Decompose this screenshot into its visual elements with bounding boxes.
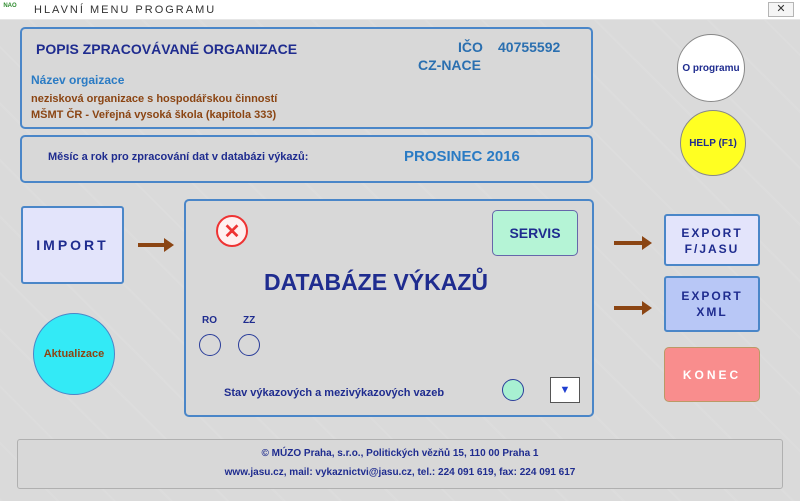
footer: © MÚZO Praha, s.r.o., Politických vězňů … <box>17 439 783 489</box>
ro-status-indicator <box>199 334 221 356</box>
ro-label: RO <box>202 315 217 326</box>
organization-heading[interactable]: POPIS ZPRACOVÁVANÉ ORGANIZACE <box>36 41 297 57</box>
organization-type: nezisková organizace s hospodářskou činn… <box>31 93 278 105</box>
app-icon: NAO <box>3 3 17 9</box>
organization-panel: POPIS ZPRACOVÁVANÉ ORGANIZACE IČO 407555… <box>20 27 593 129</box>
help-button[interactable]: HELP (F1) <box>680 110 746 176</box>
aktualizace-button[interactable]: Aktualizace <box>33 313 115 395</box>
period-panel: Měsíc a rok pro zpracování dat v databáz… <box>20 135 593 183</box>
period-label[interactable]: Měsíc a rok pro zpracování dat v databáz… <box>48 151 308 163</box>
footer-address: © MÚZO Praha, s.r.o., Politických vězňů … <box>261 448 539 459</box>
organization-ministry: MŠMT ČR - Veřejná vysoká škola (kapitola… <box>31 109 277 121</box>
database-panel: ✕ SERVIS DATABÁZE VÝKAZŮ RO ZZ Stav výka… <box>184 199 594 417</box>
window-close-button[interactable]: ✕ <box>768 2 794 17</box>
servis-button[interactable]: SERVIS <box>492 210 578 256</box>
main-workspace: POPIS ZPRACOVÁVANÉ ORGANIZACE IČO 407555… <box>0 20 800 501</box>
window-title: HLAVNÍ MENU PROGRAMU <box>34 4 217 16</box>
period-value: PROSINEC 2016 <box>404 148 520 165</box>
ico-value: 40755592 <box>498 39 561 55</box>
stav-status-indicator <box>502 379 524 401</box>
title-bar: NAO HLAVNÍ MENU PROGRAMU ✕ <box>0 0 800 20</box>
export-xml-button[interactable]: EXPORT XML <box>664 276 760 332</box>
footer-contacts: www.jasu.cz, mail: vykaznictvi@jasu.cz, … <box>224 467 576 478</box>
export-fjasu-button[interactable]: EXPORT F/JASU <box>664 214 760 266</box>
export-xml-label-line2: XML <box>696 305 728 319</box>
organization-name-label: Název orgaizace <box>31 73 125 87</box>
export-xml-label-line1: EXPORT <box>681 289 743 303</box>
ico-label: IČO <box>458 39 483 55</box>
arrow-right-icon <box>138 238 174 252</box>
database-close-icon[interactable]: ✕ <box>216 215 248 247</box>
export-fjasu-label-line1: EXPORT <box>681 226 743 240</box>
zz-status-indicator <box>238 334 260 356</box>
database-title[interactable]: DATABÁZE VÝKAZŮ <box>264 269 488 296</box>
konec-button[interactable]: KONEC <box>664 347 760 402</box>
export-fjasu-label-line2: F/JASU <box>684 242 740 256</box>
chevron-down-icon[interactable]: ▼ <box>550 377 580 403</box>
about-program-button[interactable]: O programu <box>677 34 745 102</box>
cznace-label: CZ-NACE <box>418 57 481 73</box>
arrow-right-icon <box>614 236 652 250</box>
stav-label: Stav výkazových a mezivýkazových vazeb <box>224 387 445 399</box>
arrow-right-icon <box>614 301 652 315</box>
import-button[interactable]: IMPORT <box>21 206 124 284</box>
zz-label: ZZ <box>243 315 256 326</box>
